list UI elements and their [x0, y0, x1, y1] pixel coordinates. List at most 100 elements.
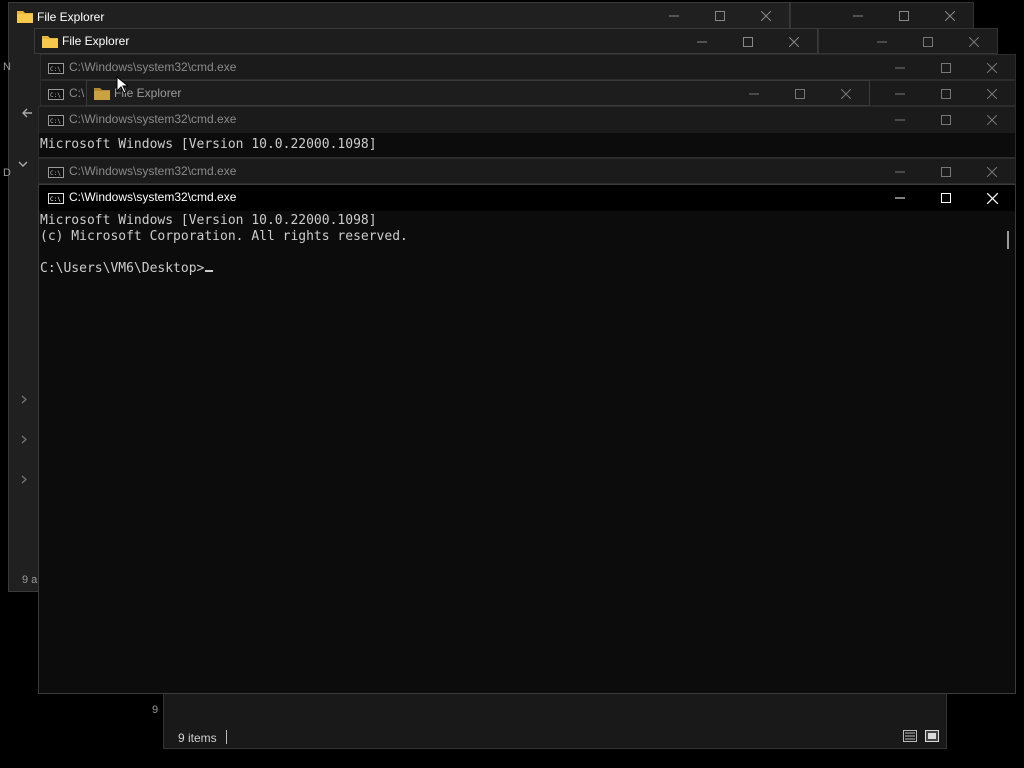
minimize-button[interactable]	[877, 185, 923, 211]
maximize-button[interactable]	[923, 185, 969, 211]
close-icon	[761, 11, 771, 21]
maximize-button[interactable]	[777, 81, 823, 107]
maximize-button[interactable]	[881, 3, 927, 29]
folder-icon	[94, 88, 110, 100]
maximize-button[interactable]	[923, 81, 969, 107]
close-button[interactable]	[969, 55, 1015, 81]
cmd-icon: C:\	[48, 167, 64, 178]
cmd-icon: C:\	[48, 193, 64, 204]
console-output: Microsoft Windows [Version 10.0.22000.10…	[40, 137, 377, 152]
close-icon	[987, 89, 997, 99]
title-bar[interactable]: C:\ C:\Windows\system32\cmd.exe	[41, 55, 1015, 81]
minimize-button[interactable]	[877, 55, 923, 81]
caption-buttons	[835, 3, 973, 29]
svg-text:C:\: C:\	[50, 92, 61, 99]
console-line: (c) Microsoft Corporation. All rights re…	[40, 229, 408, 244]
items-count-partial: 9	[152, 704, 159, 716]
minimize-icon	[895, 67, 905, 69]
maximize-button[interactable]	[905, 29, 951, 55]
chevron-right-icon[interactable]	[21, 395, 27, 404]
window-title: C:\Windows\system32\cmd.exe	[69, 164, 237, 178]
svg-text:C:\: C:\	[50, 170, 61, 177]
close-icon	[789, 37, 799, 47]
minimize-button[interactable]	[731, 81, 777, 107]
chevron-right-icon[interactable]	[21, 475, 27, 484]
caption-buttons	[731, 81, 869, 107]
file-explorer-status-window: 9 9 items	[152, 693, 947, 749]
minimize-button[interactable]	[877, 81, 923, 107]
cmd-window-c[interactable]: C:\ C:\Windows\system32\cmd.exe Microsof…	[38, 106, 1016, 158]
close-icon	[987, 63, 997, 73]
minimize-button[interactable]	[877, 159, 923, 185]
minimize-button[interactable]	[651, 3, 697, 29]
svg-text:C:\: C:\	[50, 196, 61, 203]
cmd-window-active[interactable]: C:\ C:\Windows\system32\cmd.exe Microsof…	[38, 184, 1016, 694]
back-arrow-icon[interactable]	[21, 107, 33, 119]
file-explorer-window-1-caption	[790, 2, 974, 30]
console-line: Microsoft Windows [Version 10.0.22000.10…	[40, 213, 377, 228]
minimize-button[interactable]	[859, 29, 905, 55]
file-explorer-window-2[interactable]: File Explorer	[34, 28, 818, 54]
details-view-icon[interactable]	[902, 728, 918, 744]
title-bar[interactable]: C:\ C:\Windows\system32\cmd.exe	[39, 107, 1015, 133]
maximize-icon	[923, 37, 933, 47]
caption-buttons	[877, 55, 1015, 81]
scrollbar-thumb[interactable]	[1007, 231, 1009, 249]
close-button[interactable]	[771, 29, 817, 55]
cmd-icon: C:\	[48, 89, 64, 100]
cmd-icon: C:\	[48, 63, 64, 74]
nav-letter-d: D	[3, 167, 11, 179]
minimize-icon	[895, 171, 905, 173]
title-bar[interactable]: C:\ C:\Windows\system32\cmd.exe	[39, 185, 1015, 211]
maximize-button[interactable]	[725, 29, 771, 55]
window-title: C:\Windows\system32\cmd.exe	[69, 190, 237, 204]
close-button[interactable]	[969, 107, 1015, 133]
minimize-icon	[853, 15, 863, 17]
cmd-window-a[interactable]: C:\ C:\Windows\system32\cmd.exe	[40, 54, 1016, 80]
maximize-button[interactable]	[923, 107, 969, 133]
chevron-right-icon[interactable]	[21, 435, 27, 444]
caption-buttons	[877, 159, 1015, 185]
cmd-window-d[interactable]: C:\ C:\Windows\system32\cmd.exe	[38, 158, 1016, 184]
console-prompt: C:\Users\VM6\Desktop>	[40, 261, 205, 276]
close-button[interactable]	[969, 185, 1015, 211]
minimize-button[interactable]	[877, 107, 923, 133]
svg-text:C:\: C:\	[50, 118, 61, 125]
minimize-icon	[895, 119, 905, 121]
close-icon	[987, 167, 997, 177]
minimize-button[interactable]	[835, 3, 881, 29]
items-count-partial: 9 a	[22, 574, 38, 586]
close-button[interactable]	[743, 3, 789, 29]
file-explorer-window-3[interactable]: File Explorer	[86, 80, 870, 106]
text-cursor	[205, 270, 214, 272]
maximize-icon	[941, 167, 951, 177]
window-title: File Explorer	[62, 34, 130, 48]
maximize-icon	[715, 11, 725, 21]
close-button[interactable]	[969, 81, 1015, 107]
window-title: C:\Windows\system32\cmd.exe	[69, 60, 237, 74]
file-explorer-window-2-caption	[818, 28, 998, 54]
tiles-view-icon[interactable]	[924, 728, 940, 744]
console-output[interactable]: Microsoft Windows [Version 10.0.22000.10…	[40, 213, 408, 277]
maximize-button[interactable]	[923, 55, 969, 81]
caption-buttons	[859, 29, 997, 55]
minimize-icon	[895, 197, 905, 199]
maximize-icon	[941, 115, 951, 125]
chevron-down-icon[interactable]	[18, 161, 28, 169]
svg-text:C:\: C:\	[50, 66, 61, 73]
close-button[interactable]	[823, 81, 869, 107]
cmd-icon: C:\	[48, 115, 64, 126]
maximize-button[interactable]	[697, 3, 743, 29]
maximize-icon	[941, 89, 951, 99]
maximize-button[interactable]	[923, 159, 969, 185]
close-button[interactable]	[969, 159, 1015, 185]
close-button[interactable]	[927, 3, 973, 29]
title-bar[interactable]: C:\ C:\Windows\system32\cmd.exe	[39, 159, 1015, 185]
close-button[interactable]	[951, 29, 997, 55]
minimize-icon	[669, 15, 679, 17]
minimize-button[interactable]	[679, 29, 725, 55]
window-title: C:\Windows\system32\cmd.exe	[69, 112, 237, 126]
close-icon	[945, 11, 955, 21]
close-icon	[969, 37, 979, 47]
